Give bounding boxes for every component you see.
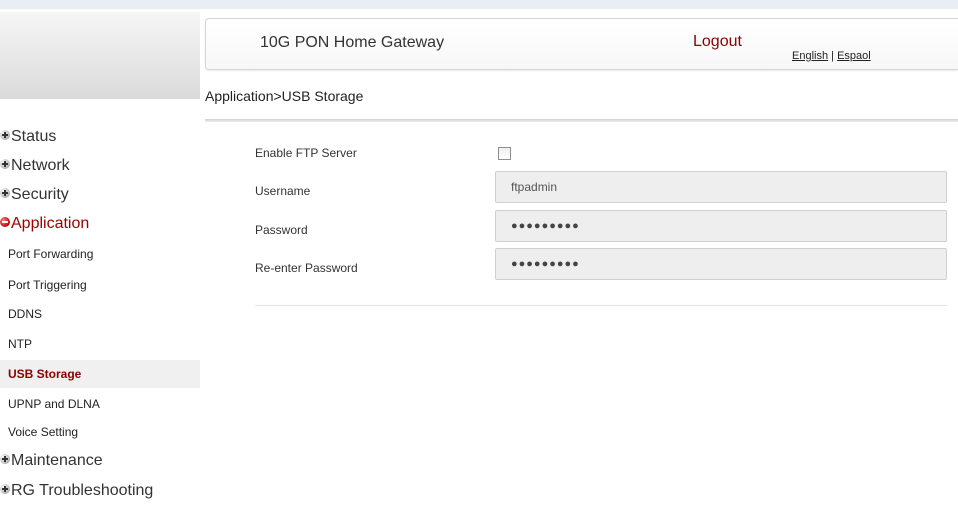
- page-header: 10G PON Home Gateway Logout English | Es…: [205, 18, 958, 70]
- sidebar-item-port-triggering[interactable]: Port Triggering: [0, 271, 200, 299]
- plus-bullet-icon: [0, 159, 10, 169]
- username-field[interactable]: ftpadmin: [495, 171, 947, 203]
- breadcrumb: Application>USB Storage: [205, 88, 364, 104]
- enable-ftp-checkbox[interactable]: [498, 147, 511, 160]
- lang-spanish-link[interactable]: Espaol: [837, 50, 871, 62]
- language-switcher: English | Espaol: [792, 50, 871, 62]
- sidebar-subitem-label: USB Storage: [8, 367, 82, 381]
- sidebar-item-maintenance[interactable]: Maintenance: [0, 450, 103, 472]
- sidebar-item-label: Maintenance: [11, 452, 103, 469]
- sidebar-subitem-label: Port Forwarding: [8, 247, 94, 261]
- sidebar-item-label: Network: [11, 157, 70, 174]
- breadcrumb-divider: [205, 119, 958, 122]
- sidebar-header: [0, 12, 200, 99]
- plus-bullet-icon: [0, 484, 10, 494]
- sidebar-item-port-forwarding[interactable]: Port Forwarding: [0, 240, 200, 268]
- sidebar-subitem-label: Voice Setting: [8, 425, 79, 439]
- sidebar-item-label: Status: [11, 128, 57, 145]
- username-label: Username: [255, 184, 311, 198]
- top-strip: [0, 0, 958, 9]
- logout-link[interactable]: Logout: [693, 33, 742, 51]
- sidebar-item-status[interactable]: Status: [0, 126, 56, 148]
- sidebar-item-upnp-dlna[interactable]: UPNP and DLNA: [0, 390, 200, 418]
- password-label: Password: [255, 223, 308, 237]
- reenter-password-label: Re-enter Password: [255, 261, 358, 275]
- password-field[interactable]: ●●●●●●●●●: [495, 210, 947, 242]
- sidebar-item-security[interactable]: Security: [0, 184, 69, 206]
- sidebar-item-ntp[interactable]: NTP: [0, 330, 200, 358]
- plus-bullet-icon: [0, 130, 10, 140]
- sidebar-subitem-label: UPNP and DLNA: [8, 397, 100, 411]
- sidebar-item-label: Application: [11, 215, 90, 232]
- sidebar-item-label: RG Troubleshooting: [11, 482, 154, 499]
- sidebar-item-application[interactable]: Application: [0, 213, 89, 235]
- enable-ftp-label: Enable FTP Server: [255, 146, 357, 160]
- minus-bullet-icon: [0, 217, 10, 227]
- sidebar-item-usb-storage[interactable]: USB Storage: [0, 360, 200, 388]
- sidebar-subitem-label: NTP: [8, 337, 32, 351]
- sidebar-item-label: Security: [11, 186, 69, 203]
- lang-separator: |: [828, 50, 838, 62]
- reenter-password-field[interactable]: ●●●●●●●●●: [495, 248, 947, 280]
- sidebar-item-ddns[interactable]: DDNS: [0, 300, 200, 328]
- sidebar-subitem-label: Port Triggering: [8, 278, 87, 292]
- plus-bullet-icon: [0, 188, 10, 198]
- lang-english-link[interactable]: English: [792, 50, 828, 62]
- form-divider: [255, 305, 947, 306]
- sidebar-subitem-label: DDNS: [8, 307, 43, 321]
- sidebar-item-voice-setting[interactable]: Voice Setting: [0, 418, 200, 446]
- gateway-title: 10G PON Home Gateway: [260, 34, 445, 51]
- sidebar-item-network[interactable]: Network: [0, 155, 70, 177]
- plus-bullet-icon: [0, 454, 10, 464]
- sidebar-item-rg-troubleshooting[interactable]: RG Troubleshooting: [0, 480, 153, 502]
